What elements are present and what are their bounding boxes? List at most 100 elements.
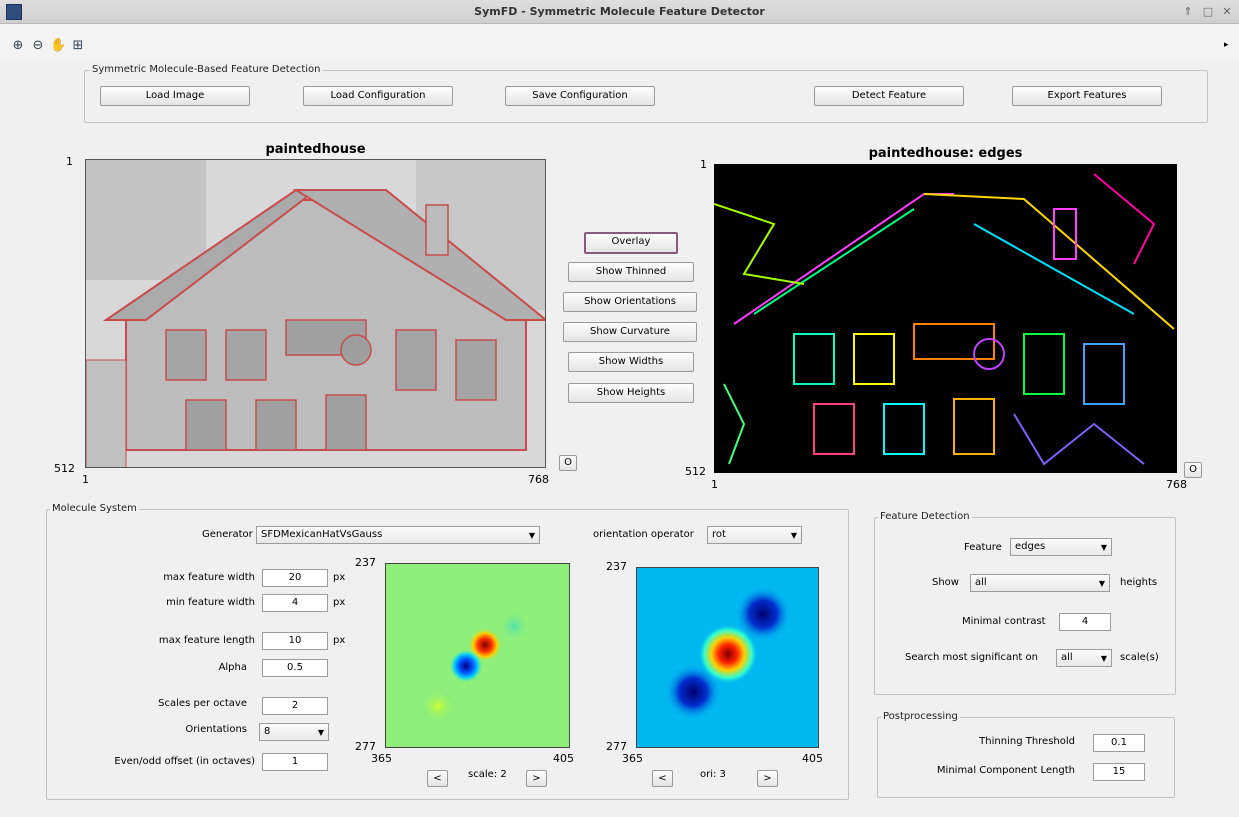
postprocessing-panel [877, 717, 1175, 798]
chevron-down-icon: ▼ [1100, 543, 1107, 552]
scale-caption: scale: 2 [468, 769, 507, 780]
orientation-operator-dropdown[interactable]: rot ▼ [707, 526, 802, 544]
search-significant-label: Search most significant on [905, 652, 1038, 663]
restore-icon[interactable]: □ [1200, 4, 1216, 20]
orientations-value: 8 [264, 726, 271, 737]
minimal-contrast-field[interactable]: 4 [1059, 613, 1111, 631]
plot2-x-tick-left: 365 [622, 752, 643, 765]
feature-label: Feature [964, 542, 1002, 553]
min-feature-width-unit: px [333, 597, 346, 608]
even-odd-offset-label: Even/odd offset (in octaves) [114, 756, 255, 767]
minimal-component-length-label: Minimal Component Length [936, 765, 1075, 776]
scale-prev-button[interactable]: < [427, 770, 448, 787]
min-feature-width-label: min feature width [166, 597, 255, 608]
even-odd-offset-field[interactable]: 1 [262, 753, 328, 771]
orientations-dropdown[interactable]: 8 ▼ [259, 723, 329, 741]
data-cursor-icon[interactable]: ⊞ [70, 38, 86, 54]
right-y-tick-bottom: 512 [685, 465, 706, 478]
show-value: all [975, 577, 987, 588]
max-feature-width-field[interactable]: 20 [262, 569, 328, 587]
scale-next-button[interactable]: > [526, 770, 547, 787]
thinning-threshold-field[interactable]: 0.1 [1093, 734, 1145, 752]
molecule-orientation-plot [636, 567, 819, 748]
thinning-threshold-label: Thinning Threshold [979, 736, 1075, 747]
right-y-tick-top: 1 [700, 158, 707, 171]
alpha-field[interactable]: 0.5 [262, 659, 328, 677]
show-dropdown[interactable]: all ▼ [970, 574, 1110, 592]
pan-icon[interactable]: ✋ [50, 38, 66, 54]
orientation-next-button[interactable]: > [757, 770, 778, 787]
chevron-down-icon: ▼ [317, 728, 324, 737]
left-x-tick-left: 1 [82, 473, 89, 486]
right-axes-title: paintedhouse: edges [868, 146, 1023, 161]
show-widths-button[interactable]: Show Widths [568, 352, 694, 372]
figure-toolbar [0, 24, 1239, 58]
scales-suffix-label: scale(s) [1120, 652, 1159, 663]
heights-label: heights [1120, 577, 1158, 588]
molecule-scale-plot [385, 563, 570, 748]
orientation-prev-button[interactable]: < [652, 770, 673, 787]
export-features-button[interactable]: Export Features [1012, 86, 1162, 106]
max-feature-length-field[interactable]: 10 [262, 632, 328, 650]
show-thinned-button[interactable]: Show Thinned [568, 262, 694, 282]
right-x-tick-right: 768 [1166, 478, 1187, 491]
scales-per-octave-label: Scales per octave [158, 698, 247, 709]
chevron-down-icon: ▼ [1100, 654, 1107, 663]
orientation-operator-label: orientation operator [593, 529, 694, 540]
right-x-tick-left: 1 [711, 478, 718, 491]
plot1-x-tick-right: 405 [553, 752, 574, 765]
search-scale-dropdown[interactable]: all ▼ [1056, 649, 1112, 667]
left-axes-title: paintedhouse [265, 142, 366, 157]
left-x-tick-right: 768 [528, 473, 549, 486]
plot1-y-tick-top: 237 [355, 556, 376, 569]
top-panel-title: Symmetric Molecule-Based Feature Detecti… [90, 64, 323, 75]
generator-dropdown[interactable]: SFDMexicanHatVsGauss ▼ [256, 526, 540, 544]
max-feature-length-label: max feature length [158, 635, 255, 646]
show-orientations-button[interactable]: Show Orientations [563, 292, 697, 312]
postprocessing-title: Postprocessing [881, 711, 960, 722]
feature-dropdown[interactable]: edges ▼ [1010, 538, 1112, 556]
save-configuration-button[interactable]: Save Configuration [505, 86, 655, 106]
feature-value: edges [1015, 541, 1046, 552]
generator-value: SFDMexicanHatVsGauss [261, 529, 383, 540]
scales-per-octave-field[interactable]: 2 [262, 697, 328, 715]
max-feature-width-label: max feature width [163, 572, 255, 583]
load-image-button[interactable]: Load Image [100, 86, 250, 106]
plot2-y-tick-top: 237 [606, 560, 627, 573]
orientation-caption: ori: 3 [700, 769, 726, 780]
left-corner-button[interactable]: O [559, 455, 577, 471]
show-heights-button[interactable]: Show Heights [568, 383, 694, 403]
molecule-system-title: Molecule System [50, 503, 139, 514]
minimal-contrast-label: Minimal contrast [962, 616, 1046, 627]
alpha-label: Alpha [218, 662, 247, 673]
generator-label: Generator [202, 529, 253, 540]
max-feature-width-unit: px [333, 572, 346, 583]
chevron-down-icon: ▼ [528, 531, 535, 540]
min-feature-width-field[interactable]: 4 [262, 594, 328, 612]
original-image[interactable] [85, 159, 546, 468]
edges-image[interactable] [714, 164, 1177, 473]
search-scale-value: all [1061, 652, 1073, 663]
left-y-tick-top: 1 [66, 155, 73, 168]
orientations-label: Orientations [185, 724, 247, 735]
right-corner-button[interactable]: O [1184, 462, 1202, 478]
zoom-in-icon[interactable]: ⊕ [10, 38, 26, 54]
minimal-component-length-field[interactable]: 15 [1093, 763, 1145, 781]
plot1-x-tick-left: 365 [371, 752, 392, 765]
detect-feature-button[interactable]: Detect Feature [814, 86, 964, 106]
orientation-operator-value: rot [712, 529, 726, 540]
toolbar-overflow-icon[interactable]: ▸ [1224, 40, 1229, 50]
maximize-icon[interactable]: ⇑ [1180, 4, 1196, 20]
chevron-down-icon: ▼ [1098, 579, 1105, 588]
show-label: Show [932, 577, 959, 588]
zoom-out-icon[interactable]: ⊖ [30, 38, 46, 54]
max-feature-length-unit: px [333, 635, 346, 646]
plot2-x-tick-right: 405 [802, 752, 823, 765]
load-configuration-button[interactable]: Load Configuration [303, 86, 453, 106]
feature-detection-title: Feature Detection [878, 511, 972, 522]
show-curvature-button[interactable]: Show Curvature [563, 322, 697, 342]
overlay-button[interactable]: Overlay [584, 232, 678, 254]
left-y-tick-bottom: 512 [54, 462, 75, 475]
close-icon[interactable]: ✕ [1219, 4, 1235, 20]
window-title: SymFD - Symmetric Molecule Feature Detec… [474, 5, 765, 18]
